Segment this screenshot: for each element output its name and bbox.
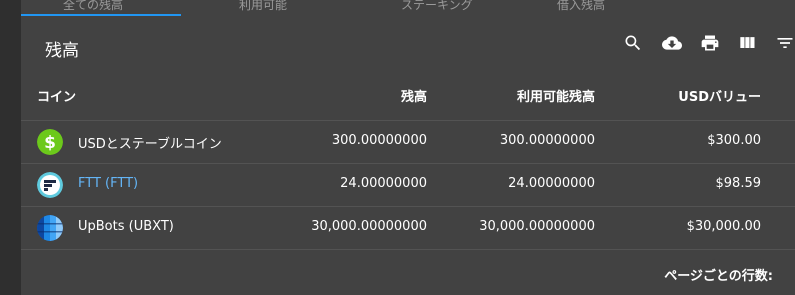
usd-value: $300.00 [707,133,761,148]
table-row[interactable]: $ USDとステーブルコイン 300.00000000 300.00000000… [21,120,795,163]
print-icon[interactable] [698,31,722,55]
balance-value: 30,000.00000000 [311,219,427,234]
tab-all-balances[interactable]: 全ての残高 [63,0,123,12]
column-header-available[interactable]: 利用可能残高 [517,86,595,105]
page-title: 残高 [45,41,79,61]
filter-icon[interactable] [773,31,795,55]
tab-bar: 全ての残高 利用可能 ステーキング 借入残高 [21,0,795,17]
tab-active-indicator [21,14,181,16]
balance-value: 300.00000000 [331,133,427,148]
table-row[interactable]: FTT (FTT) 24.00000000 24.00000000 $98.59 [21,163,795,206]
column-header-balance[interactable]: 残高 [401,86,427,105]
available-value: 30,000.00000000 [479,219,595,234]
left-background [0,0,21,295]
ubxt-coin-icon [37,215,63,241]
column-header-usd-value[interactable]: USDバリュー [678,86,761,105]
rows-per-page-label: ページごとの行数: [664,269,773,284]
columns-icon[interactable] [735,31,759,55]
ftt-coin-icon [37,172,63,198]
tab-staking[interactable]: ステーキング [401,0,473,12]
balance-value: 24.00000000 [340,176,427,191]
available-value: 24.00000000 [508,176,595,191]
dollar-coin-icon: $ [37,129,63,155]
balances-panel: 全ての残高 利用可能 ステーキング 借入残高 残高 コイン 残高 利用可能残高 … [21,0,795,295]
column-header-coin[interactable]: コイン [37,86,76,105]
coin-name: USDとステーブルコイン [78,137,222,152]
usd-value: $30,000.00 [686,219,761,234]
available-value: 300.00000000 [499,133,595,148]
coin-name-link[interactable]: FTT (FTT) [78,176,138,191]
download-icon[interactable] [660,31,684,55]
tab-borrowed[interactable]: 借入残高 [557,0,605,12]
coin-name: UpBots (UBXT) [78,219,174,234]
table-row[interactable]: UpBots (UBXT) 30,000.00000000 30,000.000… [21,206,795,249]
table-bottom-divider [21,249,795,250]
tab-available[interactable]: 利用可能 [239,0,287,12]
svg-text:$: $ [44,133,56,153]
usd-value: $98.59 [715,176,762,191]
search-icon[interactable] [621,31,645,55]
